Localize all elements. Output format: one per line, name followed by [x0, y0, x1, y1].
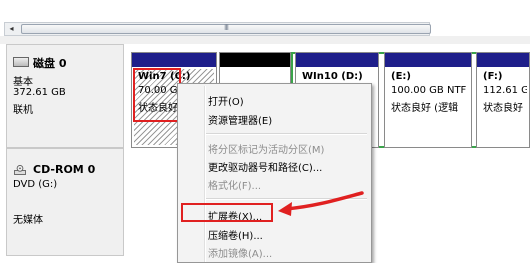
- horizontal-scrollbar[interactable]: ◂ III: [4, 22, 431, 36]
- partition-f[interactable]: (F:) 112.61 GE 状态良好 (: [476, 52, 530, 148]
- menu-item-shrink-volume[interactable]: 压缩卷(H)...: [208, 227, 263, 242]
- partition-body: (F:) 112.61 GE 状态良好 (: [479, 69, 527, 145]
- menu-item-open[interactable]: 打开(O): [208, 93, 244, 108]
- menu-item-explore[interactable]: 资源管理器(E): [208, 112, 272, 127]
- cdrom-title: CD-ROM 0: [33, 163, 96, 176]
- scroll-left-icon[interactable]: ◂: [6, 24, 17, 34]
- partition-band: [132, 53, 216, 67]
- hard-disk-icon: [13, 57, 29, 67]
- partition-name: WIn10 (D:): [302, 71, 363, 82]
- disk0-state: 联机: [13, 105, 33, 116]
- partition-name: (E:): [391, 71, 411, 82]
- cdrom-info[interactable]: CD-ROM 0 DVD (G:) 无媒体: [6, 148, 124, 256]
- disk0-title: 磁盘 0: [33, 57, 67, 70]
- partition-status: 状态良好 (: [483, 103, 527, 114]
- cdrom-icon: [14, 165, 26, 175]
- partition-body: (E:) 100.00 GB NTF 状态良好 (逻辑: [387, 69, 469, 145]
- disk0-type: 基本: [13, 77, 33, 88]
- partition-band: [385, 53, 471, 67]
- menu-icon-gutter: [204, 86, 206, 262]
- partition-size: 112.61 GE: [483, 85, 527, 96]
- menu-item-mark-active[interactable]: 将分区标记为活动分区(M): [208, 141, 324, 156]
- menu-separator: [206, 133, 367, 135]
- annotation-highlight-partition: [133, 68, 181, 122]
- cdrom-media: 无媒体: [13, 215, 43, 226]
- menu-item-change-drive-letter[interactable]: 更改驱动器号和路径(C)...: [208, 159, 322, 174]
- menu-item-format[interactable]: 格式化(F)...: [208, 177, 261, 192]
- partition-status: 状态良好 (逻辑: [391, 103, 459, 114]
- partition-band: [296, 53, 378, 67]
- panel-divider: [0, 36, 530, 44]
- disk0-info[interactable]: 磁盘 0 基本 372.61 GB 联机: [6, 44, 124, 148]
- cdrom-drive: DVD (G:): [13, 179, 58, 190]
- volume-list-area: [0, 0, 530, 22]
- annotation-highlight-extend: [181, 203, 273, 222]
- context-menu: 打开(O) 资源管理器(E) 将分区标记为活动分区(M) 更改驱动器号和路径(C…: [177, 83, 372, 263]
- scrollbar-thumb[interactable]: III: [21, 23, 431, 34]
- partition-band: [477, 53, 529, 67]
- partition-band: [220, 53, 290, 67]
- disk0-size: 372.61 GB: [13, 87, 66, 98]
- scrollbar-grip: III: [223, 23, 229, 32]
- menu-item-add-mirror[interactable]: 添加镜像(A)...: [208, 245, 272, 260]
- partition-e[interactable]: (E:) 100.00 GB NTF 状态良好 (逻辑: [384, 52, 472, 148]
- partition-name: (F:): [483, 71, 503, 82]
- partition-size: 100.00 GB NTF: [391, 85, 467, 96]
- annotation-arrow-icon: [278, 191, 364, 216]
